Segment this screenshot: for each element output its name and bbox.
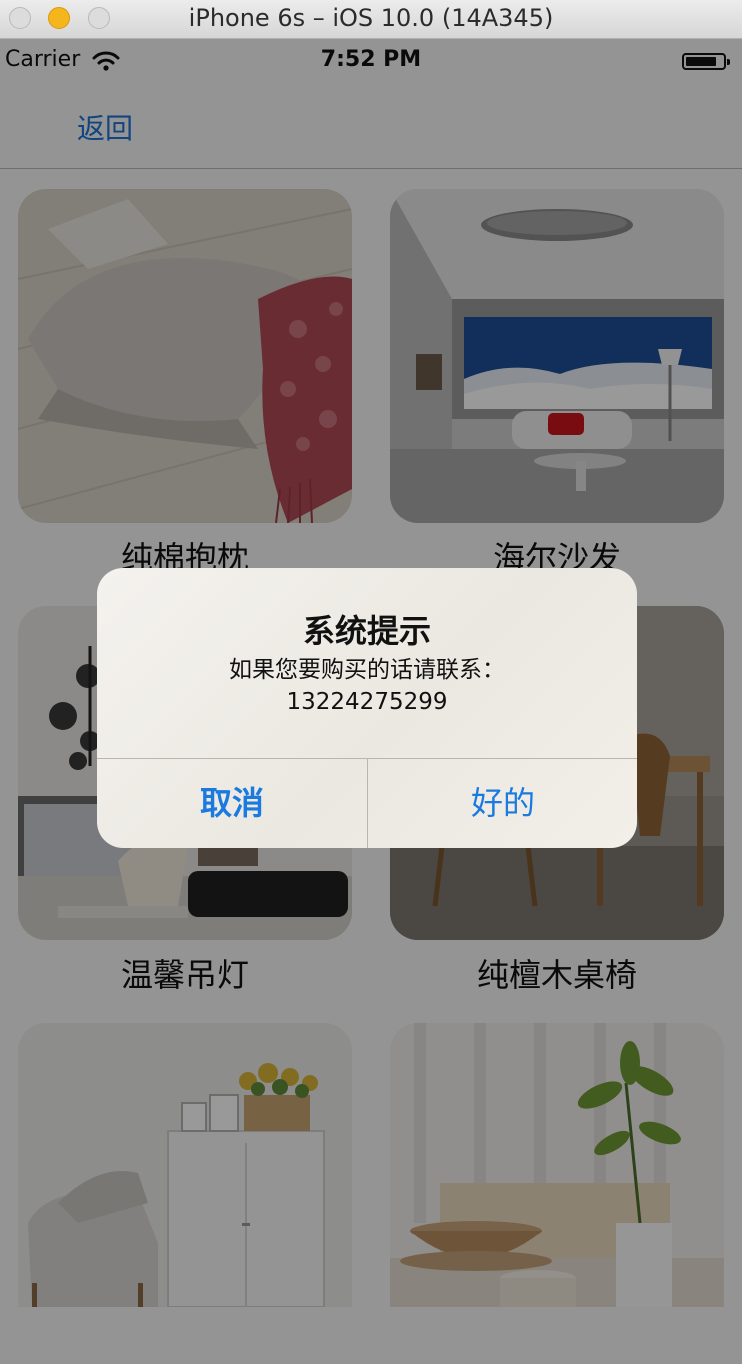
phone-screen: Carrier 7:52 PM 返回 纯棉抱枕 海尔沙发 温馨吊灯 纯檀木桌椅 … (0, 39, 742, 1364)
cancel-button[interactable]: 取消 (97, 759, 367, 848)
ok-button[interactable]: 好的 (368, 759, 637, 848)
alert-title: 系统提示 (302, 612, 431, 650)
system-alert-dialog: 系统提示 如果您要购买的话请联系： 13224275299 取消 好的 (97, 568, 637, 848)
alert-message: 如果您要购买的话请联系： 13224275299 (229, 657, 505, 715)
window-title: iPhone 6s – iOS 10.0 (14A345) (188, 4, 554, 32)
simulator-title-bar: iPhone 6s – iOS 10.0 (14A345) (0, 0, 742, 39)
